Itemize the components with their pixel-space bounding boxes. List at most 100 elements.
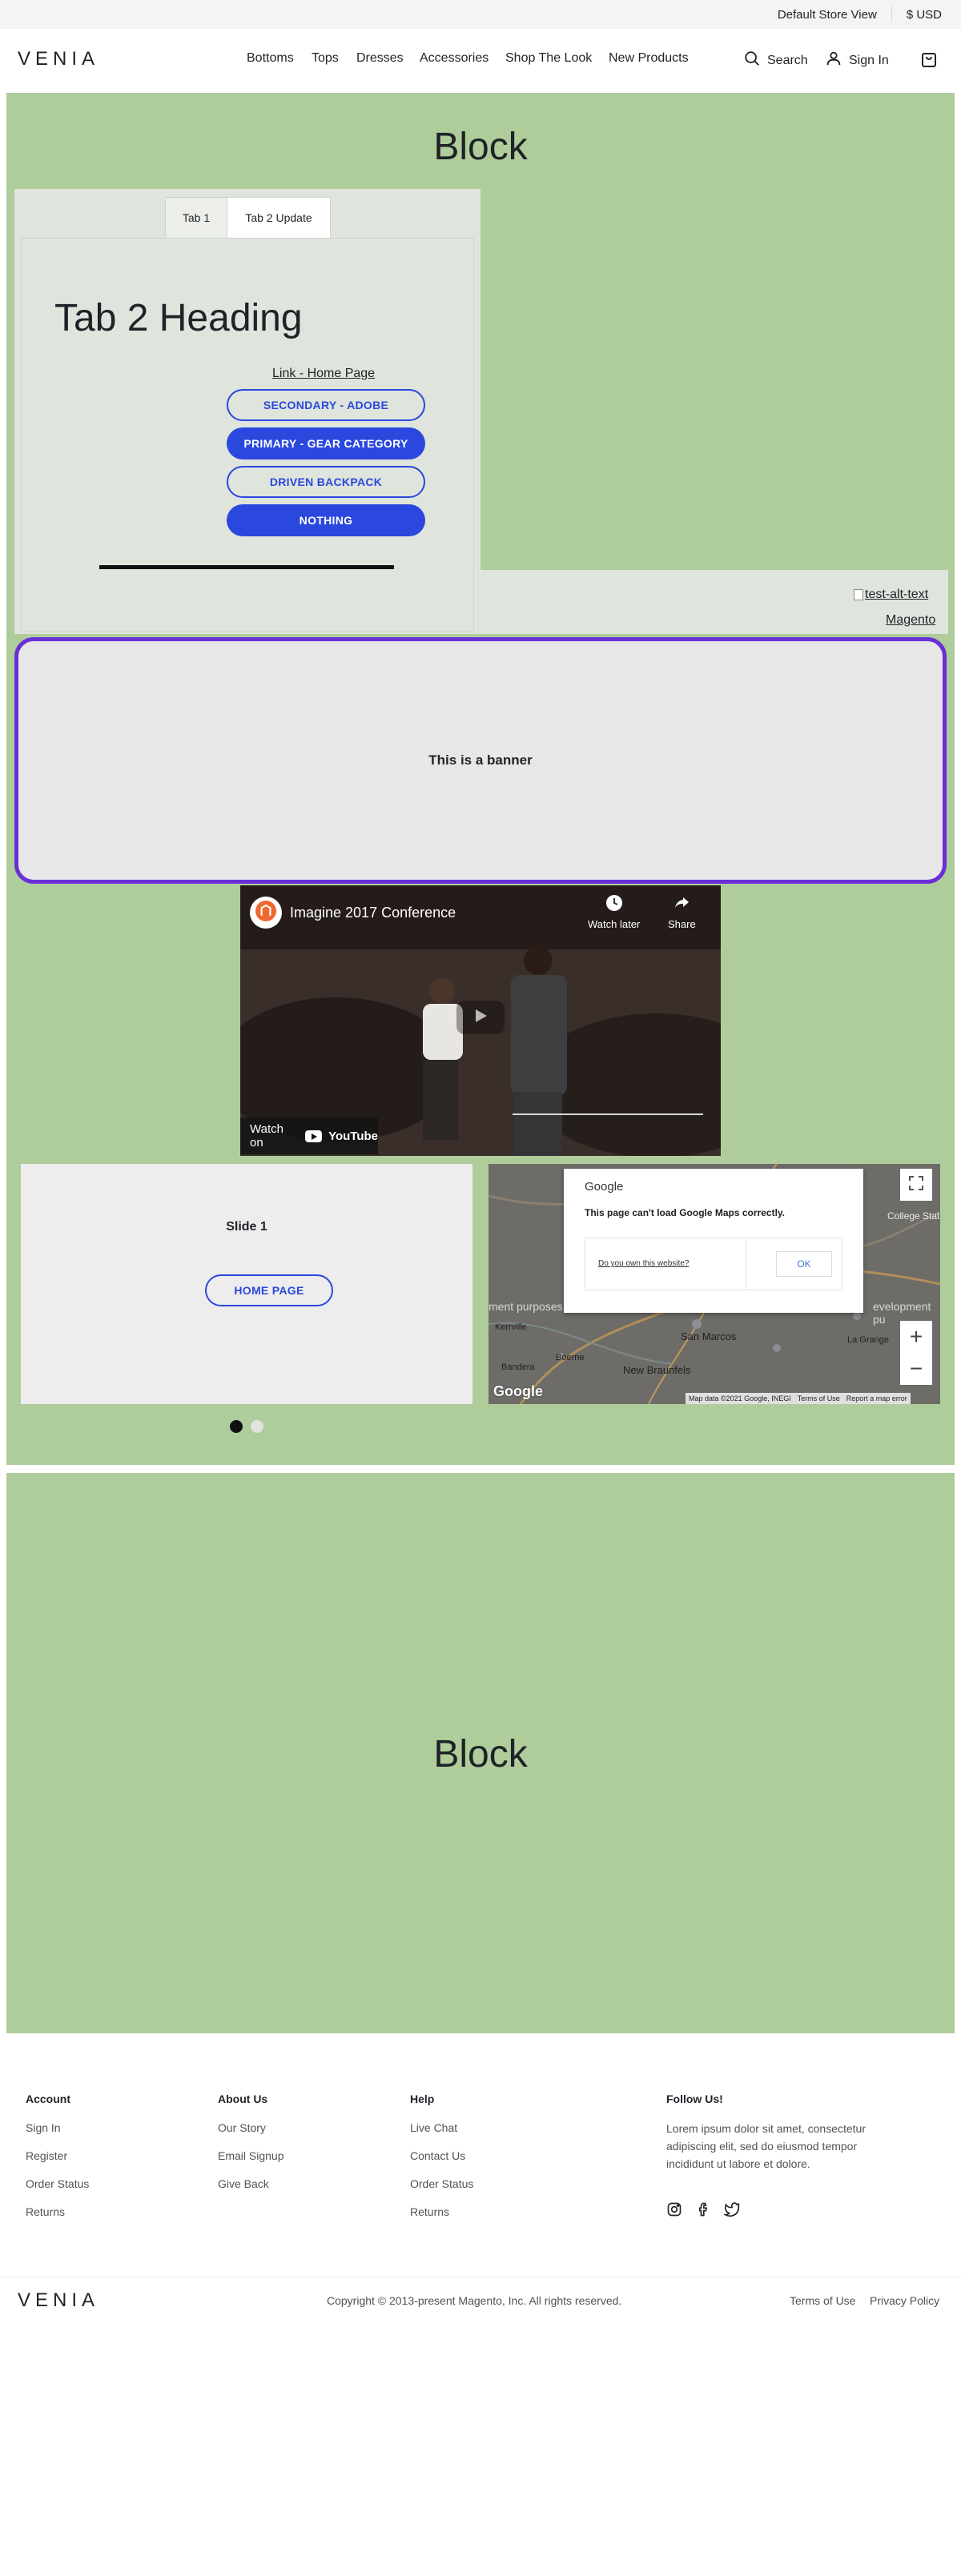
driven-backpack-button[interactable]: DRIVEN BACKPACK bbox=[227, 466, 425, 498]
play-icon bbox=[472, 1008, 489, 1028]
instagram-icon[interactable] bbox=[666, 2201, 682, 2221]
logo-text: VENIA bbox=[18, 48, 100, 70]
footer-logo[interactable]: VENIA bbox=[18, 2289, 99, 2312]
map-report-link[interactable]: Report a map error bbox=[846, 1394, 907, 1402]
nothing-button[interactable]: NOTHING bbox=[227, 504, 425, 536]
nav-item-new-products[interactable]: New Products bbox=[609, 51, 689, 66]
watch-later-label: Watch later bbox=[588, 918, 641, 930]
slider-dot-1[interactable] bbox=[230, 1420, 243, 1433]
map-attribution: Map data ©2021 Google, INEGI Terms of Us… bbox=[686, 1393, 911, 1404]
banner[interactable]: This is a banner bbox=[14, 637, 947, 884]
slider-dot-2[interactable] bbox=[251, 1420, 263, 1433]
watch-later-button[interactable]: Watch later bbox=[588, 893, 640, 930]
secondary-adobe-button[interactable]: SECONDARY - ADOBE bbox=[227, 389, 425, 421]
footer-heading-account: Account bbox=[26, 2092, 70, 2105]
footer-heading-help: Help bbox=[410, 2092, 435, 2105]
magento-link[interactable]: Magento bbox=[886, 613, 935, 628]
primary-gear-category-button[interactable]: PRIMARY - GEAR CATEGORY bbox=[227, 427, 425, 459]
footer-link-order-status[interactable]: Order Status bbox=[26, 2177, 89, 2190]
footer-follow-text: Lorem ipsum dolor sit amet, consectetur … bbox=[666, 2122, 866, 2170]
user-icon bbox=[825, 50, 842, 71]
plus-icon: + bbox=[909, 1324, 923, 1349]
footer-terms-link[interactable]: Terms of Use bbox=[790, 2294, 855, 2307]
share-label: Share bbox=[668, 918, 696, 930]
footer-link-register[interactable]: Register bbox=[26, 2149, 67, 2162]
block-title: Block bbox=[433, 126, 528, 168]
zoom-in-button[interactable]: + bbox=[900, 1321, 932, 1353]
slide-title: Slide 1 bbox=[226, 1220, 267, 1234]
store-view-switcher[interactable]: Default Store View bbox=[778, 8, 877, 22]
map-error-actions: Do you own this website? OK bbox=[585, 1238, 842, 1290]
sign-in-label: Sign In bbox=[849, 53, 889, 67]
divider-line bbox=[99, 565, 394, 569]
cart-icon[interactable] bbox=[919, 50, 939, 73]
tab-2-update[interactable]: Tab 2 Update bbox=[227, 197, 331, 239]
site-header: VENIA Bottoms Tops Dresses Accessories S… bbox=[0, 29, 961, 93]
minus-icon: − bbox=[909, 1356, 923, 1381]
map-label-kerrville: Kerrville bbox=[495, 1322, 527, 1332]
tab-1[interactable]: Tab 1 bbox=[165, 197, 227, 239]
own-website-link[interactable]: Do you own this website? bbox=[598, 1259, 689, 1268]
footer-link-live-chat[interactable]: Live Chat bbox=[410, 2121, 457, 2134]
currency-switcher[interactable]: $ USD bbox=[907, 8, 942, 22]
nav-item-shop-the-look[interactable]: Shop The Look bbox=[505, 51, 592, 66]
footer-link-our-story[interactable]: Our Story bbox=[218, 2121, 266, 2134]
map-error-dialog: Google This page can't load Google Maps … bbox=[564, 1169, 863, 1313]
fullscreen-button[interactable] bbox=[900, 1169, 932, 1201]
video-player[interactable]: Imagine 2017 Conference Watch later Shar… bbox=[240, 885, 721, 1156]
map-watermark-left: ment purposes bbox=[489, 1300, 563, 1313]
footer-heading-about-us: About Us bbox=[218, 2092, 268, 2105]
map-label-la-grange: La Grange bbox=[847, 1335, 889, 1345]
footer-link-sign-in[interactable]: Sign In bbox=[26, 2121, 61, 2134]
block-2-title: Block bbox=[433, 1733, 528, 1776]
map-ok-button[interactable]: OK bbox=[776, 1251, 832, 1277]
watch-on-youtube-button[interactable]: Watch on YouTube bbox=[240, 1117, 378, 1154]
map-data-credit: Map data ©2021 Google, INEGI bbox=[689, 1394, 791, 1402]
share-button[interactable]: Share bbox=[668, 893, 696, 930]
magento-icon bbox=[255, 900, 276, 925]
map-label-bandera: Bandera bbox=[501, 1362, 535, 1372]
broken-image: test-alt-text bbox=[854, 588, 928, 602]
nav-item-bottoms[interactable]: Bottoms bbox=[247, 51, 294, 66]
footer-link-returns[interactable]: Returns bbox=[26, 2205, 65, 2218]
footer-logo-text: VENIA bbox=[18, 2289, 100, 2311]
zoom-out-button[interactable]: − bbox=[900, 1353, 932, 1385]
footer-link-help-order-status[interactable]: Order Status bbox=[410, 2177, 473, 2190]
map-label-new-braunfels: New Braunfels bbox=[623, 1364, 691, 1376]
map-error-message: This page can't load Google Maps correct… bbox=[585, 1207, 786, 1218]
footer-link-help-returns[interactable]: Returns bbox=[410, 2205, 449, 2218]
search-trigger[interactable]: Search bbox=[743, 50, 808, 71]
top-bar: Default Store View $ USD bbox=[0, 0, 961, 29]
sign-in-trigger[interactable]: Sign In bbox=[825, 50, 889, 71]
slide-1: Slide 1 HOME PAGE bbox=[21, 1164, 472, 1404]
nav-item-dresses[interactable]: Dresses bbox=[356, 51, 404, 66]
map-label-boerne: Boerne bbox=[556, 1353, 585, 1362]
footer-privacy-link[interactable]: Privacy Policy bbox=[870, 2294, 939, 2307]
banner-text: This is a banner bbox=[428, 752, 533, 768]
nav-item-accessories[interactable]: Accessories bbox=[420, 51, 489, 66]
nav-item-tops[interactable]: Tops bbox=[312, 51, 339, 66]
channel-avatar[interactable] bbox=[250, 897, 282, 929]
footer-link-give-back[interactable]: Give Back bbox=[218, 2177, 269, 2190]
share-icon bbox=[672, 893, 691, 915]
footer-heading-follow-us: Follow Us! bbox=[666, 2092, 723, 2105]
facebook-icon[interactable] bbox=[695, 2201, 711, 2221]
footer-link-contact-us[interactable]: Contact Us bbox=[410, 2149, 465, 2162]
google-map[interactable]: College Stat San Marcos New Braunfels La… bbox=[489, 1164, 940, 1404]
video-title[interactable]: Imagine 2017 Conference bbox=[290, 905, 456, 921]
google-brand: Google bbox=[585, 1180, 624, 1194]
search-icon bbox=[743, 50, 761, 71]
slide-home-page-button[interactable]: HOME PAGE bbox=[205, 1274, 333, 1306]
footer-link-email-signup[interactable]: Email Signup bbox=[218, 2149, 284, 2162]
map-terms-link[interactable]: Terms of Use bbox=[798, 1394, 840, 1402]
home-page-link[interactable]: Link - Home Page bbox=[272, 367, 375, 381]
youtube-icon bbox=[304, 1130, 323, 1142]
twitter-icon[interactable] bbox=[722, 2201, 740, 2221]
map-label-college-station: College Stat bbox=[887, 1210, 940, 1222]
image-row bbox=[480, 570, 948, 634]
site-logo[interactable]: VENIA bbox=[18, 48, 99, 70]
play-button[interactable] bbox=[456, 1001, 505, 1034]
google-logo: Google bbox=[493, 1383, 543, 1399]
divider bbox=[891, 6, 892, 22]
youtube-label: YouTube bbox=[328, 1129, 378, 1143]
